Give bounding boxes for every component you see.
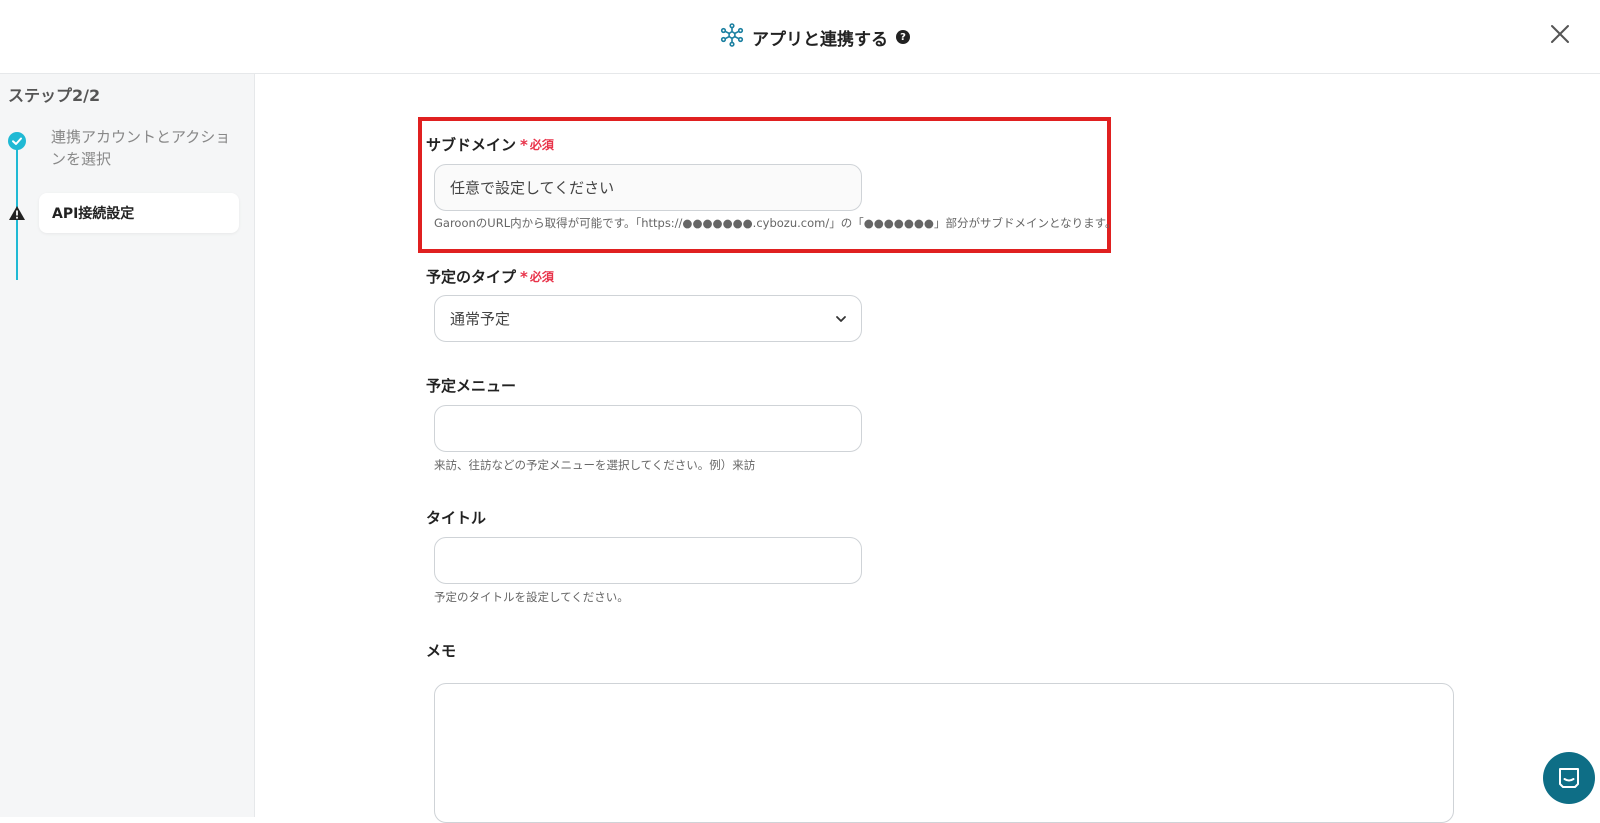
chat-button[interactable] <box>1543 752 1595 804</box>
subdomain-input[interactable]: 任意で設定してください <box>434 164 862 211</box>
memo-textarea[interactable] <box>434 683 1454 823</box>
schedule-type-label: 予定のタイプ * 必須 <box>426 266 554 287</box>
required-text: 必須 <box>529 138 554 152</box>
schedule-type-label-text: 予定のタイプ <box>426 268 517 286</box>
schedule-menu-label: 予定メニュー <box>426 375 516 396</box>
title-input[interactable] <box>434 537 862 584</box>
required-badge: * 必須 <box>520 135 554 154</box>
step-title: ステップ2/2 <box>8 86 101 105</box>
title-label: タイトル <box>426 507 486 528</box>
title-help: 予定のタイトルを設定してください。 <box>434 590 629 604</box>
step-item-api-settings[interactable]: API接続設定 <box>39 193 239 233</box>
title-label-text: タイトル <box>426 509 487 527</box>
step-item-select-account[interactable]: 連携アカウントとアクションを選択 <box>51 126 231 170</box>
schedule-menu-input[interactable] <box>434 405 862 452</box>
memo-label: メモ <box>426 640 456 661</box>
chat-icon <box>1559 768 1579 788</box>
network-hub-icon <box>720 23 744 51</box>
subdomain-help: GaroonのURL内から取得が可能です。「https://●●●●●●●.cy… <box>434 216 1117 230</box>
schedule-type-value: 通常予定 <box>450 310 511 328</box>
schedule-menu-help: 来訪、往訪などの予定メニューを選択してください。例）来訪 <box>434 458 756 472</box>
memo-label-text: メモ <box>426 642 457 660</box>
chevron-down-icon <box>836 316 846 322</box>
step-item-label: API接続設定 <box>52 206 135 222</box>
subdomain-placeholder: 任意で設定してください <box>450 179 615 197</box>
help-icon[interactable]: ? <box>896 30 910 44</box>
required-badge: * 必須 <box>520 267 554 286</box>
schedule-menu-label-text: 予定メニュー <box>426 377 517 395</box>
modal-header: アプリと連携する ? <box>0 0 1600 74</box>
schedule-type-select[interactable]: 通常予定 <box>434 295 862 342</box>
steps-sidebar: ステップ2/2 連携アカウントとアクションを選択 API接続設定 <box>0 74 255 817</box>
check-circle-icon <box>8 132 26 150</box>
subdomain-label-text: サブドメイン <box>426 136 517 154</box>
header-title-group: アプリと連携する ? <box>720 22 910 52</box>
required-text: 必須 <box>529 270 554 284</box>
subdomain-label: サブドメイン * 必須 <box>426 134 554 155</box>
close-icon <box>1551 25 1569 43</box>
header-title: アプリと連携する <box>752 29 888 50</box>
close-button[interactable] <box>1548 22 1572 46</box>
main-form: サブドメイン * 必須 任意で設定してください GaroonのURL内から取得が可… <box>256 74 1600 823</box>
warning-icon <box>8 205 26 221</box>
